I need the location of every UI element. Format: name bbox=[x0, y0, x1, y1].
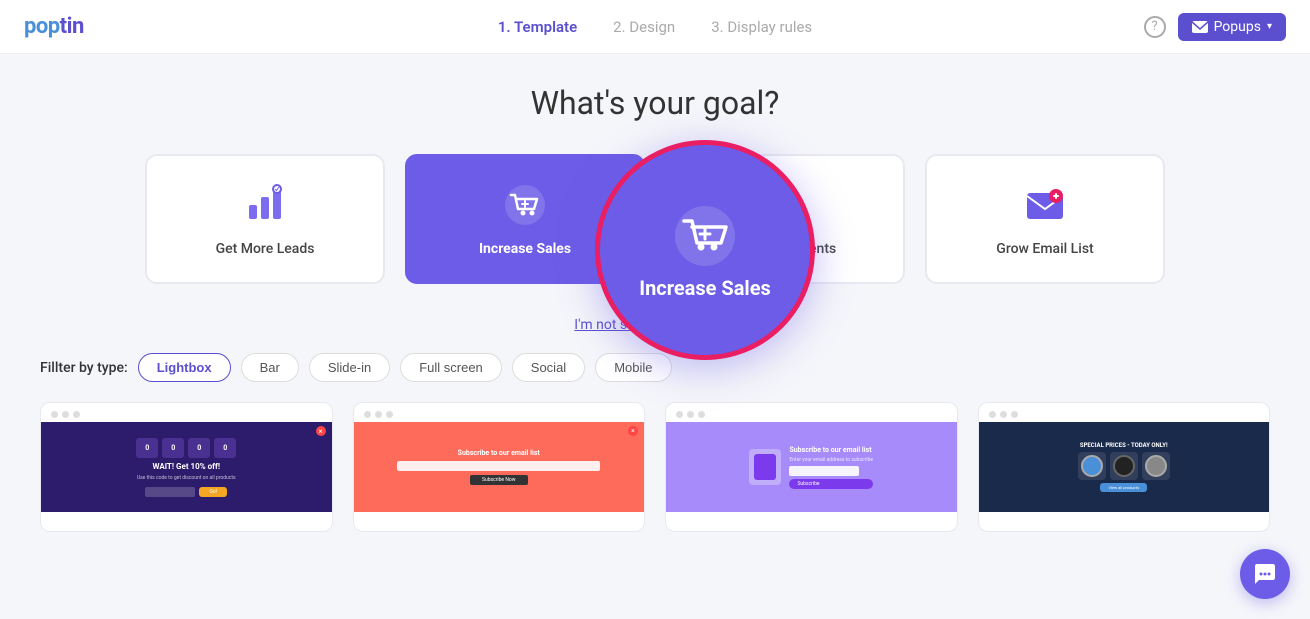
filter-label: Fillter by type: bbox=[40, 360, 128, 376]
dot bbox=[73, 411, 80, 418]
template-cta-btn-1: Go! bbox=[199, 487, 227, 497]
filter-bar[interactable]: Bar bbox=[241, 353, 299, 382]
template-preview-4: SPECIAL PRICES - TODAY ONLY! View all pr… bbox=[979, 422, 1270, 512]
template-headline-3: Subscribe to our email list bbox=[789, 446, 873, 454]
template-close-2: × bbox=[628, 426, 638, 436]
filter-lightbox[interactable]: Lightbox bbox=[138, 353, 231, 382]
chat-icon bbox=[1253, 562, 1277, 586]
timer-box: 0 bbox=[162, 438, 184, 458]
product-item-3 bbox=[1142, 452, 1170, 480]
product-item-2 bbox=[1110, 452, 1138, 480]
template-dots-3 bbox=[666, 403, 957, 422]
main-content: What's your goal? Get More Leads bbox=[0, 54, 1310, 552]
timer-box: 0 bbox=[214, 438, 236, 458]
template-headline-4: SPECIAL PRICES - TODAY ONLY! bbox=[1080, 442, 1168, 449]
email-icon bbox=[1021, 181, 1069, 229]
template-input-row: Go! bbox=[145, 487, 227, 497]
dot bbox=[62, 411, 69, 418]
get-more-leads-label: Get More Leads bbox=[216, 241, 315, 257]
timer-box: 0 bbox=[188, 438, 210, 458]
increase-sales-label: Increase Sales bbox=[479, 241, 571, 257]
template-preview-2: × Subscribe to our email list Subscribe … bbox=[354, 422, 645, 512]
step-display-rules[interactable]: 3. Display rules bbox=[711, 18, 812, 36]
template-cta-btn-4: View all products bbox=[1100, 483, 1147, 492]
template-image-3 bbox=[749, 449, 781, 485]
dot bbox=[687, 411, 694, 418]
step-design[interactable]: 2. Design bbox=[613, 18, 675, 36]
template-card-4[interactable]: SPECIAL PRICES - TODAY ONLY! View all pr… bbox=[978, 402, 1271, 532]
product-image-3 bbox=[1145, 455, 1167, 477]
product-item-1 bbox=[1078, 452, 1106, 480]
timer-box: 0 bbox=[136, 438, 158, 458]
template-timer: 0 0 0 0 bbox=[136, 438, 236, 458]
goal-card-announcements[interactable]: Announcements bbox=[665, 154, 905, 284]
template-cta-btn-2: Subscribe Now bbox=[470, 475, 528, 485]
goal-card-get-more-leads[interactable]: Get More Leads bbox=[145, 154, 385, 284]
announcements-label: Announcements bbox=[734, 241, 836, 257]
dot bbox=[51, 411, 58, 418]
steps-nav: 1. Template 2. Design 3. Display rules bbox=[498, 18, 812, 36]
product-image-1 bbox=[1081, 455, 1103, 477]
dot bbox=[1011, 411, 1018, 418]
template-cta-btn-3: Subscribe bbox=[789, 479, 873, 489]
goal-card-increase-sales[interactable]: Increase Sales bbox=[405, 154, 645, 284]
goal-card-grow-email-list[interactable]: Grow Email List bbox=[925, 154, 1165, 284]
chat-bubble-button[interactable] bbox=[1240, 549, 1290, 599]
filter-slide-in[interactable]: Slide-in bbox=[309, 353, 390, 382]
template-input bbox=[145, 487, 195, 497]
help-button[interactable]: ? bbox=[1144, 16, 1166, 38]
template-headline-2: Subscribe to our email list bbox=[458, 449, 540, 457]
dot bbox=[386, 411, 393, 418]
filter-mobile[interactable]: Mobile bbox=[595, 353, 671, 382]
filter-full-screen[interactable]: Full screen bbox=[400, 353, 502, 382]
template-preview-1: × 0 0 0 0 WAIT! Get 10% off! Use this co… bbox=[41, 422, 332, 512]
grow-email-list-label: Grow Email List bbox=[996, 241, 1093, 257]
template-email-input-2 bbox=[397, 461, 600, 471]
chevron-down-icon: ▾ bbox=[1267, 21, 1272, 32]
template-preview-3: Subscribe to our email list Enter your e… bbox=[666, 422, 957, 512]
dot bbox=[364, 411, 371, 418]
template-dots-4 bbox=[979, 403, 1270, 422]
template-dots-1 bbox=[41, 403, 332, 422]
page-title: What's your goal? bbox=[40, 84, 1270, 122]
logo: poptin bbox=[24, 14, 84, 39]
dot bbox=[698, 411, 705, 418]
filter-social[interactable]: Social bbox=[512, 353, 585, 382]
cart-icon bbox=[501, 181, 549, 229]
template-products-row bbox=[1078, 452, 1170, 480]
skip-step-link[interactable]: I'm not sure, skip this step bbox=[574, 317, 735, 333]
template-img-inner bbox=[754, 454, 776, 480]
skip-link-container: I'm not sure, skip this step bbox=[40, 314, 1270, 333]
template-right-content-3: Subscribe to our email list Enter your e… bbox=[789, 446, 873, 489]
templates-row: × 0 0 0 0 WAIT! Get 10% off! Use this co… bbox=[40, 402, 1270, 532]
bar-chart-icon bbox=[241, 181, 289, 229]
template-bg-2: × Subscribe to our email list Subscribe … bbox=[354, 422, 645, 512]
header: poptin 1. Template 2. Design 3. Display … bbox=[0, 0, 1310, 54]
template-bg-1: × 0 0 0 0 WAIT! Get 10% off! Use this co… bbox=[41, 422, 332, 512]
template-email-input-3 bbox=[789, 466, 859, 476]
template-card-2[interactable]: × Subscribe to our email list Subscribe … bbox=[353, 402, 646, 532]
megaphone-icon bbox=[761, 181, 809, 229]
dot bbox=[1000, 411, 1007, 418]
template-close-1: × bbox=[316, 426, 326, 436]
product-image-2 bbox=[1113, 455, 1135, 477]
popups-dropdown-button[interactable]: Popups ▾ bbox=[1178, 13, 1286, 41]
dot bbox=[375, 411, 382, 418]
header-right: ? Popups ▾ bbox=[1144, 13, 1286, 41]
template-card-1[interactable]: × 0 0 0 0 WAIT! Get 10% off! Use this co… bbox=[40, 402, 333, 532]
dot bbox=[989, 411, 996, 418]
dot bbox=[676, 411, 683, 418]
envelope-icon bbox=[1192, 21, 1208, 33]
template-card-3[interactable]: Subscribe to our email list Enter your e… bbox=[665, 402, 958, 532]
template-headline-1: WAIT! Get 10% off! bbox=[153, 462, 221, 471]
step-template[interactable]: 1. Template bbox=[498, 18, 577, 36]
template-sub-1: Use this code to get discount on all pro… bbox=[137, 475, 236, 481]
template-bg-3: Subscribe to our email list Enter your e… bbox=[666, 422, 957, 512]
template-bg-4: SPECIAL PRICES - TODAY ONLY! View all pr… bbox=[979, 422, 1270, 512]
goal-cards-container: Get More Leads Increase Sales bbox=[40, 154, 1270, 284]
template-sub-3: Enter your email address to subscribe bbox=[789, 457, 873, 463]
filter-bar: Fillter by type: Lightbox Bar Slide-in F… bbox=[40, 353, 1270, 382]
template-dots-2 bbox=[354, 403, 645, 422]
